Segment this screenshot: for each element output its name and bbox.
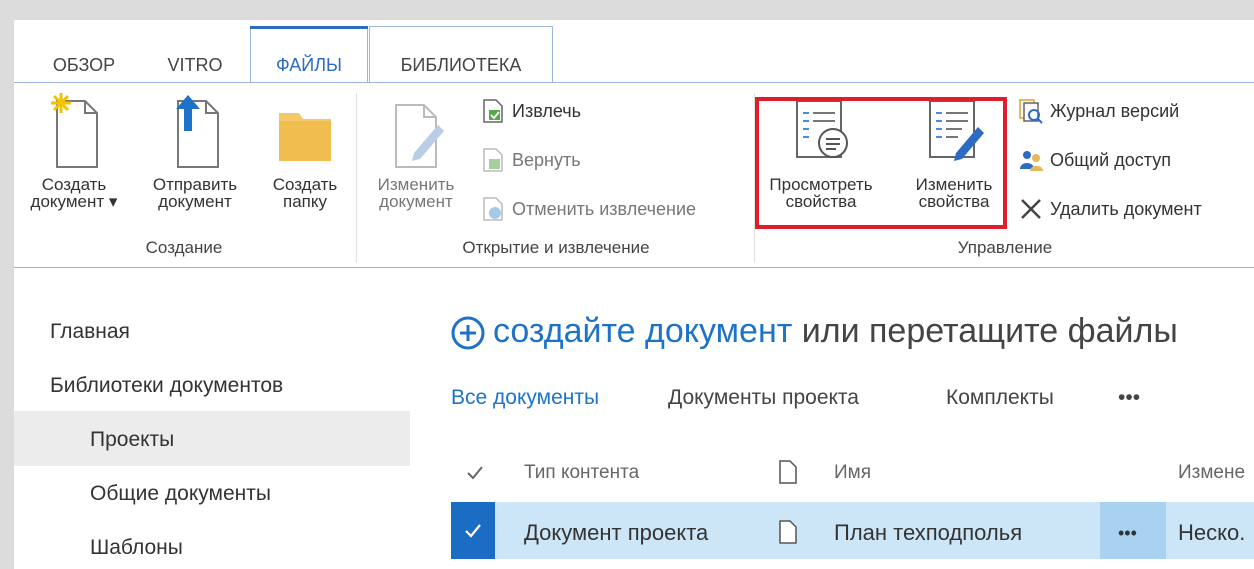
document-icon <box>779 520 797 544</box>
drag-files-text: или перетащите файлы <box>792 312 1178 350</box>
group-label-manage: Управление <box>957 238 1053 257</box>
nav-selected-background <box>14 411 410 466</box>
nav-templates[interactable]: Шаблоны <box>90 536 183 560</box>
edit-document-icon <box>395 104 444 168</box>
version-history-icon <box>1019 99 1043 124</box>
group-separator <box>356 93 357 263</box>
nav-home[interactable]: Главная <box>50 320 130 344</box>
checkout-button[interactable]: Извлечь <box>480 97 581 125</box>
upload-document-label: Отправить документ <box>152 175 238 211</box>
cell-document-name[interactable]: План техподполья <box>834 520 1022 546</box>
group-label-open: Открытие и извлечение <box>462 238 650 257</box>
version-history-label: Журнал версий <box>1050 100 1180 121</box>
create-document-link[interactable]: создайте документ <box>493 312 792 350</box>
row-select-checkbox[interactable] <box>451 502 495 559</box>
checkin-label: Вернуть <box>512 149 581 170</box>
tab-library[interactable]: БИБЛИОТЕКА <box>369 26 553 82</box>
discard-checkout-label: Отменить извлечение <box>512 198 697 219</box>
group-label-create: Создание <box>145 238 223 257</box>
add-circle-icon[interactable] <box>451 316 485 350</box>
nav-projects[interactable]: Проекты <box>90 428 174 452</box>
sharepoint-window: ОБЗОР VITRO ФАЙЛЫ БИБЛИОТЕКА Создать док… <box>14 20 1254 569</box>
version-history-button[interactable]: Журнал версий <box>1018 97 1179 125</box>
upload-document-icon <box>176 95 219 168</box>
tab-overview[interactable]: ОБЗОР <box>34 48 134 82</box>
edit-document-button[interactable]: Изменить документ <box>366 91 466 210</box>
cell-content-type: Документ проекта <box>524 520 709 545</box>
file-type-header-icon <box>779 460 797 484</box>
edit-document-label: Изменить документ <box>377 175 455 211</box>
nav-shared-documents[interactable]: Общие документы <box>90 482 271 506</box>
column-header-content-type[interactable]: Тип контента <box>524 462 639 484</box>
create-document-line: создайте документ или перетащите файлы <box>451 312 1178 351</box>
view-sets[interactable]: Комплекты <box>946 386 1054 410</box>
discard-checkout-button[interactable]: Отменить извлечение <box>480 195 696 223</box>
shared-access-label: Общий доступ <box>1050 149 1171 170</box>
create-document-button[interactable]: Создать документ ▾ <box>24 91 124 210</box>
folder-icon <box>279 113 331 161</box>
row-actions-dots[interactable]: ••• <box>1118 523 1137 544</box>
tab-vitro[interactable]: VITRO <box>150 48 240 82</box>
create-folder-button[interactable]: Создать папку <box>262 91 348 210</box>
column-header-modified[interactable]: Измене <box>1178 462 1245 484</box>
delete-document-button[interactable]: Удалить документ <box>1018 195 1202 223</box>
column-header-name[interactable]: Имя <box>834 462 871 484</box>
view-all-documents[interactable]: Все документы <box>451 386 599 410</box>
new-document-icon <box>51 93 98 168</box>
checkout-icon <box>483 99 503 123</box>
view-project-documents[interactable]: Документы проекта <box>668 386 859 410</box>
create-folder-label: Создать папку <box>272 175 338 211</box>
delete-document-label: Удалить документ <box>1050 198 1202 219</box>
shared-access-button[interactable]: Общий доступ <box>1018 146 1171 174</box>
ribbon: Создать документ ▾ Отправить документ Со… <box>14 82 1254 268</box>
more-views-button[interactable]: ••• <box>1118 386 1140 410</box>
delete-icon <box>1021 199 1041 219</box>
checkin-icon <box>483 148 503 172</box>
upload-document-button[interactable]: Отправить документ <box>142 91 248 210</box>
check-icon <box>465 524 481 538</box>
ribbon-tabs: ОБЗОР VITRO ФАЙЛЫ БИБЛИОТЕКА <box>14 20 1254 82</box>
nav-document-libraries[interactable]: Библиотеки документов <box>50 374 283 398</box>
select-all-check-icon[interactable] <box>466 464 484 482</box>
discard-checkout-icon <box>483 197 503 221</box>
tab-files[interactable]: ФАЙЛЫ <box>250 26 368 82</box>
create-document-label: Создать документ ▾ <box>30 175 118 211</box>
cell-modified: Неско. <box>1178 520 1246 545</box>
checkin-button[interactable]: Вернуть <box>480 146 581 174</box>
highlight-box <box>755 97 1007 229</box>
people-icon <box>1020 151 1043 171</box>
checkout-label: Извлечь <box>512 100 582 121</box>
